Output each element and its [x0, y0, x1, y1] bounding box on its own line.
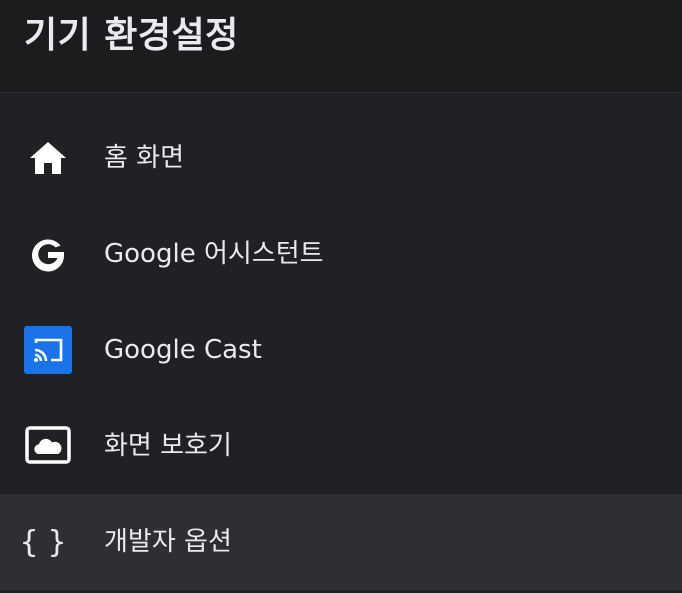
- google-g-icon: [24, 230, 72, 278]
- braces-icon: {}: [19, 524, 77, 560]
- cast-icon: [24, 326, 72, 374]
- settings-menu: 홈 화면 Google 어시스턴트 Google Cast 화면 보호기 {} …: [0, 110, 682, 590]
- menu-item-label: 개발자 옵션: [104, 527, 232, 557]
- menu-item-google-assistant[interactable]: Google 어시스턴트: [0, 206, 682, 302]
- page-title: 기기 환경설정: [24, 15, 239, 56]
- menu-item-google-cast[interactable]: Google Cast: [0, 302, 682, 398]
- menu-item-home-screen[interactable]: 홈 화면: [0, 110, 682, 206]
- menu-item-developer-options[interactable]: {} 개발자 옵션: [0, 494, 682, 590]
- menu-item-label: Google Cast: [104, 335, 262, 365]
- menu-item-label: 홈 화면: [104, 143, 185, 173]
- menu-item-screensaver[interactable]: 화면 보호기: [0, 398, 682, 494]
- home-icon: [24, 134, 72, 182]
- header: 기기 환경설정: [0, 0, 682, 93]
- menu-item-label: 화면 보호기: [104, 431, 232, 461]
- screensaver-icon: [24, 422, 72, 470]
- menu-item-label: Google 어시스턴트: [104, 239, 324, 269]
